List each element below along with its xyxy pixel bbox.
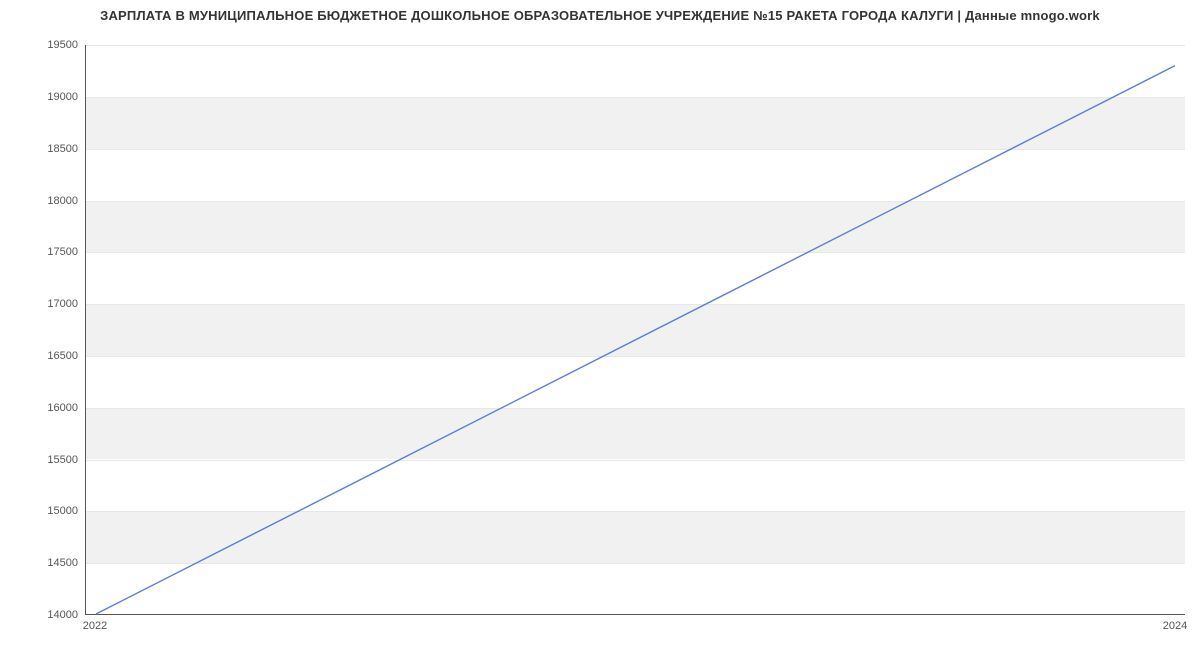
y-tick-label: 16000 xyxy=(8,402,78,414)
chart-container: ЗАРПЛАТА В МУНИЦИПАЛЬНОЕ БЮДЖЕТНОЕ ДОШКО… xyxy=(0,0,1200,650)
y-tick-label: 16500 xyxy=(8,350,78,362)
y-tick-label: 14500 xyxy=(8,557,78,569)
y-tick-label: 18000 xyxy=(8,195,78,207)
chart-title: ЗАРПЛАТА В МУНИЦИПАЛЬНОЕ БЮДЖЕТНОЕ ДОШКО… xyxy=(0,8,1200,23)
y-tick-label: 19000 xyxy=(8,91,78,103)
plot-area xyxy=(85,45,1185,615)
y-tick-label: 19500 xyxy=(8,39,78,51)
y-tick-label: 14000 xyxy=(8,609,78,621)
y-tick-label: 17000 xyxy=(8,298,78,310)
y-tick-label: 18500 xyxy=(8,143,78,155)
x-tick-label: 2024 xyxy=(1163,620,1187,632)
data-line xyxy=(86,45,1185,614)
y-tick-label: 15000 xyxy=(8,505,78,517)
y-tick-label: 15500 xyxy=(8,454,78,466)
x-tick-label: 2022 xyxy=(83,620,107,632)
y-tick-label: 17500 xyxy=(8,246,78,258)
